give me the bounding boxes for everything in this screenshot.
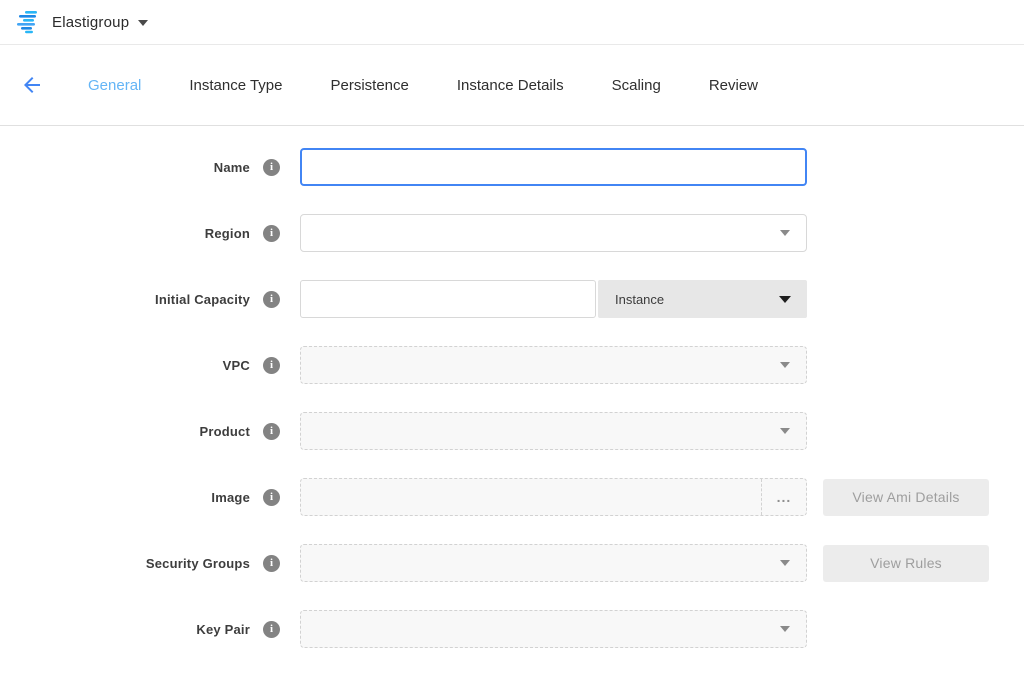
info-icon[interactable]: i: [263, 357, 280, 374]
chevron-down-icon: [780, 560, 790, 566]
tab-scaling[interactable]: Scaling: [588, 77, 685, 94]
region-label: Region: [0, 226, 250, 241]
form-row-image: Image i ... View Ami Details: [0, 478, 1024, 516]
name-input[interactable]: [300, 148, 807, 186]
tab-general[interactable]: General: [64, 77, 165, 94]
info-icon[interactable]: i: [263, 225, 280, 242]
form-row-initial-capacity: Initial Capacity i Instance: [0, 280, 1024, 318]
general-form: Name i Region i Initial Capacity i Insta…: [0, 126, 1024, 648]
form-row-key-pair: Key Pair i: [0, 610, 1024, 648]
key-pair-select: [300, 610, 807, 648]
capacity-unit-value: Instance: [615, 292, 664, 307]
info-icon[interactable]: i: [263, 291, 280, 308]
info-icon[interactable]: i: [263, 489, 280, 506]
arrow-left-icon: [20, 73, 44, 97]
security-groups-label: Security Groups: [0, 556, 250, 571]
chevron-down-icon: [780, 230, 790, 236]
name-label: Name: [0, 160, 250, 175]
form-row-name: Name i: [0, 148, 1024, 186]
key-pair-label: Key Pair: [0, 622, 250, 637]
vpc-label: VPC: [0, 358, 250, 373]
chevron-down-icon: [780, 428, 790, 434]
info-icon[interactable]: i: [263, 621, 280, 638]
form-row-region: Region i: [0, 214, 1024, 252]
form-row-security-groups: Security Groups i View Rules: [0, 544, 1024, 582]
initial-capacity-input[interactable]: [300, 280, 596, 318]
tab-instance-details[interactable]: Instance Details: [433, 77, 588, 94]
capacity-unit-select[interactable]: Instance: [598, 280, 807, 318]
image-picker: ...: [300, 478, 807, 516]
security-groups-select: [300, 544, 807, 582]
initial-capacity-label: Initial Capacity: [0, 292, 250, 307]
app-header: Elastigroup: [0, 0, 1024, 45]
image-browse-button: ...: [761, 479, 806, 515]
tab-review[interactable]: Review: [685, 77, 782, 94]
wizard-tab-bar: General Instance Type Persistence Instan…: [0, 45, 1024, 126]
tab-instance-type[interactable]: Instance Type: [165, 77, 306, 94]
chevron-down-icon: [779, 296, 791, 303]
info-icon[interactable]: i: [263, 159, 280, 176]
tab-persistence[interactable]: Persistence: [307, 77, 433, 94]
app-title[interactable]: Elastigroup: [52, 14, 129, 31]
image-label: Image: [0, 490, 250, 505]
form-row-vpc: VPC i: [0, 346, 1024, 384]
chevron-down-icon: [780, 362, 790, 368]
info-icon[interactable]: i: [263, 423, 280, 440]
region-select[interactable]: [300, 214, 807, 252]
back-button[interactable]: [0, 73, 64, 97]
product-select: [300, 412, 807, 450]
vpc-select: [300, 346, 807, 384]
chevron-down-icon: [780, 626, 790, 632]
elastigroup-logo-icon: [16, 10, 42, 34]
image-picker-value: [301, 479, 761, 515]
tabs: General Instance Type Persistence Instan…: [64, 77, 782, 94]
info-icon[interactable]: i: [263, 555, 280, 572]
chevron-down-icon[interactable]: [138, 20, 148, 26]
view-ami-details-button: View Ami Details: [823, 479, 989, 516]
form-row-product: Product i: [0, 412, 1024, 450]
view-rules-button: View Rules: [823, 545, 989, 582]
product-label: Product: [0, 424, 250, 439]
